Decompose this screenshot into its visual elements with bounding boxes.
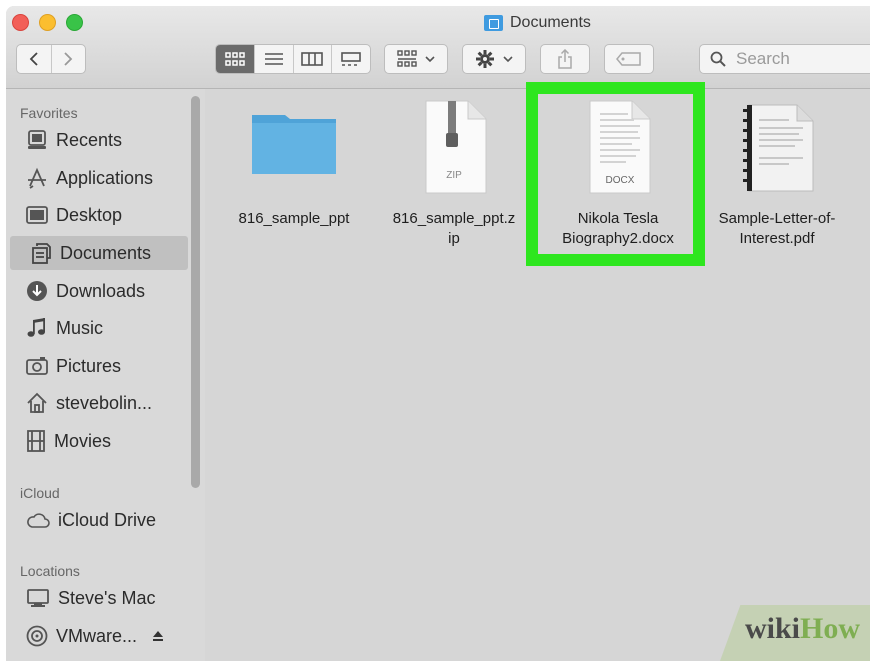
file-item-pdf[interactable]: Sample-Letter-of- Interest.pdf bbox=[702, 99, 852, 249]
recents-icon bbox=[28, 130, 46, 149]
home-icon bbox=[27, 392, 47, 413]
search-field[interactable] bbox=[699, 44, 870, 74]
sidebar-item-documents[interactable]: Documents bbox=[10, 236, 188, 270]
view-mode-segmented-control bbox=[215, 44, 371, 74]
movies-icon bbox=[27, 430, 45, 452]
sidebar-scrollbar[interactable] bbox=[191, 96, 200, 488]
share-icon bbox=[558, 49, 572, 69]
sidebar-item-applications[interactable]: Applications bbox=[6, 161, 178, 195]
column-view-button[interactable] bbox=[294, 45, 333, 73]
chevron-right-icon bbox=[64, 52, 73, 66]
icloud-section-label: iCloud bbox=[20, 485, 60, 501]
chevron-down-icon bbox=[503, 56, 513, 63]
music-icon bbox=[27, 318, 45, 337]
pdf-document-icon bbox=[743, 104, 814, 192]
sidebar-item-steves-mac[interactable]: Steve's Mac bbox=[6, 581, 178, 615]
file-name-line2: ip bbox=[448, 230, 460, 247]
file-item-zip[interactable]: ZIP 816_sample_ppt.z ip bbox=[382, 99, 526, 249]
icon-view-button[interactable] bbox=[216, 45, 255, 73]
sidebar-item-label: Downloads bbox=[56, 280, 146, 301]
zip-badge-text: ZIP bbox=[446, 170, 462, 181]
back-button[interactable] bbox=[17, 45, 52, 73]
close-window-button[interactable] bbox=[12, 14, 29, 31]
applications-icon bbox=[28, 167, 46, 189]
chevron-down-icon bbox=[425, 56, 435, 63]
icon-grid-icon bbox=[225, 52, 245, 66]
sidebar-item-movies[interactable]: Movies bbox=[6, 424, 178, 458]
tag-icon bbox=[616, 52, 641, 66]
window-title: Documents bbox=[484, 13, 591, 33]
sidebar-item-icloud-drive[interactable]: iCloud Drive bbox=[6, 503, 178, 537]
sidebar-item-home[interactable]: stevebolin... bbox=[6, 386, 178, 420]
documents-folder-icon bbox=[484, 15, 503, 31]
nav-buttons bbox=[16, 44, 86, 74]
file-name-line1: 816_sample_ppt bbox=[238, 210, 350, 227]
sidebar-item-label: VMware... bbox=[56, 625, 138, 646]
zoom-window-button[interactable] bbox=[66, 14, 83, 31]
sidebar-item-downloads[interactable]: Downloads bbox=[6, 274, 178, 308]
sidebar-item-label: Documents bbox=[60, 242, 152, 263]
sidebar-item-label: stevebolin... bbox=[56, 392, 153, 413]
sidebar-item-music[interactable]: Music bbox=[6, 311, 178, 345]
folder-icon bbox=[252, 115, 336, 174]
sidebar-item-desktop[interactable]: Desktop bbox=[6, 198, 178, 232]
group-by-button[interactable] bbox=[384, 44, 448, 74]
cloud-icon bbox=[27, 513, 50, 528]
action-menu-button[interactable] bbox=[462, 44, 526, 74]
file-item-folder[interactable]: 816_sample_ppt bbox=[224, 99, 364, 229]
group-grid-icon bbox=[397, 50, 417, 67]
chevron-left-icon bbox=[29, 52, 38, 66]
watermark-part1: wiki bbox=[745, 612, 801, 645]
edit-tags-button[interactable] bbox=[604, 44, 654, 74]
sidebar-item-recents[interactable]: Recents bbox=[6, 123, 178, 157]
zip-archive-icon: ZIP bbox=[425, 100, 487, 194]
sidebar-item-pictures[interactable]: Pictures bbox=[6, 349, 178, 383]
gallery-view-button[interactable] bbox=[332, 45, 370, 73]
downloads-icon bbox=[27, 281, 47, 301]
sidebar-item-label: Recents bbox=[56, 129, 123, 150]
sidebar-item-label: Desktop bbox=[56, 204, 123, 225]
sidebar: Favorites Recents Applications Desktop D… bbox=[6, 89, 205, 661]
locations-section-label: Locations bbox=[20, 563, 80, 579]
forward-button[interactable] bbox=[52, 45, 86, 73]
file-name-line2: Interest.pdf bbox=[739, 230, 815, 247]
sidebar-item-label: Movies bbox=[54, 430, 112, 451]
search-input[interactable] bbox=[734, 48, 858, 70]
columns-icon bbox=[301, 52, 324, 66]
favorites-section-label: Favorites bbox=[20, 105, 78, 121]
pictures-icon bbox=[26, 357, 48, 375]
sidebar-item-vmware[interactable]: VMware... bbox=[6, 619, 190, 653]
list-icon bbox=[264, 53, 283, 65]
sidebar-item-label: iCloud Drive bbox=[58, 509, 157, 530]
titlebar: Documents bbox=[6, 6, 870, 89]
gear-icon bbox=[476, 50, 494, 68]
finder-window: Documents Search Favorites Recents Appli… bbox=[6, 6, 870, 661]
sidebar-item-label: Music bbox=[56, 317, 104, 338]
disk-icon bbox=[26, 625, 48, 647]
file-name-line1: Sample-Letter-of- bbox=[718, 210, 836, 227]
window-title-text: Documents bbox=[510, 14, 591, 31]
search-icon bbox=[710, 51, 726, 67]
highlight-box bbox=[526, 82, 705, 266]
list-view-button[interactable] bbox=[255, 45, 294, 73]
desktop-icon bbox=[26, 206, 48, 224]
documents-icon bbox=[32, 243, 51, 264]
eject-icon[interactable] bbox=[151, 629, 165, 643]
minimize-window-button[interactable] bbox=[39, 14, 56, 31]
sidebar-item-label: Steve's Mac bbox=[58, 587, 156, 608]
computer-icon bbox=[27, 589, 49, 607]
watermark-part2: How bbox=[800, 612, 861, 645]
sidebar-item-label: Pictures bbox=[56, 355, 122, 376]
gallery-icon bbox=[341, 52, 361, 66]
wikihow-watermark: wikiHow bbox=[745, 612, 860, 646]
sidebar-item-label: Applications bbox=[56, 167, 154, 188]
file-name-line1: 816_sample_ppt.z bbox=[392, 210, 516, 227]
share-button[interactable] bbox=[540, 44, 590, 74]
